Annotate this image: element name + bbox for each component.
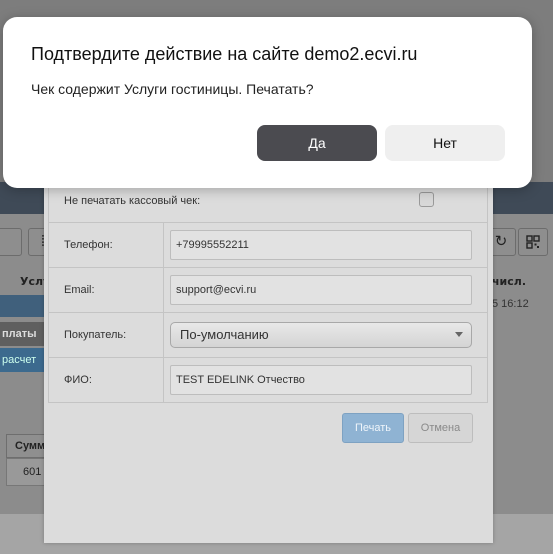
chevron-down-icon <box>455 332 463 337</box>
form-row-buyer: Покупатель: По-умолчанию <box>49 312 487 357</box>
yes-button[interactable]: Да <box>257 125 377 161</box>
background-selected-row <box>0 295 44 317</box>
buyer-select-value: По-умолчанию <box>180 327 269 342</box>
email-field[interactable]: support@ecvi.ru <box>170 275 472 305</box>
no-print-checkbox[interactable] <box>419 192 434 207</box>
receipt-form: Не печатать кассовый чек: Телефон: +7999… <box>48 180 488 403</box>
background-row-payment: платы <box>0 322 44 346</box>
background-sum-header: Сумм <box>6 434 46 458</box>
form-row-name: ФИО: TEST EDELINK Отчество <box>49 357 487 402</box>
buyer-select[interactable]: По-умолчанию <box>170 322 472 348</box>
buyer-label: Покупатель: <box>64 329 127 341</box>
qr-code-icon <box>518 228 548 256</box>
column-divider <box>163 313 164 357</box>
phone-field[interactable]: +79995552211 <box>170 230 472 260</box>
phone-label: Телефон: <box>64 239 113 251</box>
column-divider <box>163 223 164 267</box>
name-field[interactable]: TEST EDELINK Отчество <box>170 365 472 395</box>
background-sum-value: 601 <box>6 458 46 486</box>
background-row-calc: расчет <box>0 348 44 372</box>
background-toolbar-button <box>0 228 22 256</box>
receipt-modal: Не печатать кассовый чек: Телефон: +7999… <box>44 180 493 543</box>
confirm-dialog: Подтвердите действие на сайте demo2.ecvi… <box>3 17 532 188</box>
column-divider <box>163 358 164 402</box>
no-button[interactable]: Нет <box>385 125 505 161</box>
print-button[interactable]: Печать <box>342 413 404 443</box>
form-row-email: Email: support@ecvi.ru <box>49 267 487 312</box>
column-divider <box>163 268 164 312</box>
background-time: 5 16:12 <box>492 298 529 310</box>
form-row-phone: Телефон: +79995552211 <box>49 222 487 267</box>
confirm-message: Чек содержит Услуги гостиницы. Печатать? <box>31 81 314 97</box>
background-col-number: числ. <box>492 275 527 288</box>
confirm-title: Подтвердите действие на сайте demo2.ecvi… <box>31 44 418 64</box>
cancel-button[interactable]: Отмена <box>408 413 473 443</box>
name-label: ФИО: <box>64 374 92 386</box>
email-label: Email: <box>64 284 95 296</box>
